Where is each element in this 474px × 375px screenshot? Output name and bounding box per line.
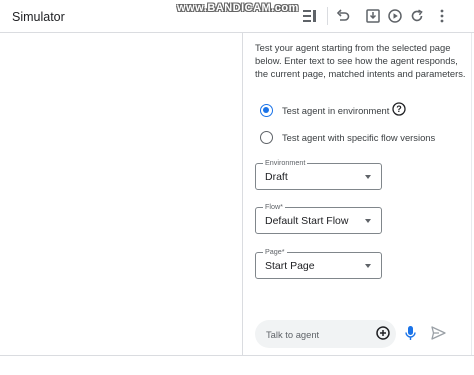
radio-unchecked-icon[interactable] <box>260 131 273 144</box>
panel-right-edge <box>471 33 472 355</box>
environment-value: Draft <box>265 171 288 183</box>
play-icon[interactable] <box>387 8 403 24</box>
toolbar-divider <box>327 7 328 25</box>
environment-label: Environment <box>263 158 308 168</box>
add-circle-icon[interactable] <box>376 326 390 340</box>
simulator-description: Test your agent starting from the select… <box>255 42 466 79</box>
list-layout-icon[interactable] <box>302 8 318 24</box>
undo-icon[interactable] <box>335 8 351 24</box>
flow-label: Flow* <box>263 202 285 212</box>
mic-icon[interactable] <box>404 325 417 341</box>
send-icon[interactable] <box>431 326 446 340</box>
talk-to-agent-input[interactable]: Talk to agent <box>255 320 396 348</box>
panel-divider <box>242 33 243 355</box>
page-value: Start Page <box>265 260 315 272</box>
radio-test-in-environment[interactable]: Test agent in environment <box>260 104 389 117</box>
more-vert-icon[interactable] <box>434 8 450 24</box>
flow-value: Default Start Flow <box>265 215 349 227</box>
environment-select[interactable]: Environment Draft <box>255 158 382 190</box>
dropdown-arrow-icon <box>365 219 371 223</box>
dropdown-arrow-icon <box>365 175 371 179</box>
page-title: Simulator <box>12 10 65 24</box>
flow-select[interactable]: Flow* Default Start Flow <box>255 202 382 234</box>
refresh-icon[interactable] <box>409 8 425 24</box>
chat-placeholder: Talk to agent <box>266 329 320 340</box>
radio-checked-icon[interactable] <box>260 104 273 117</box>
bandicam-watermark: www.BANDICAM.com <box>177 2 299 14</box>
dropdown-arrow-icon <box>365 264 371 268</box>
page-label: Page* <box>263 247 287 257</box>
radio-label: Test agent with specific flow versions <box>282 132 436 143</box>
radio-label: Test agent in environment <box>282 105 390 116</box>
simulator-header: Simulator www.BANDICAM.com <box>0 0 474 33</box>
download-icon[interactable] <box>365 8 381 24</box>
radio-test-flow-versions[interactable]: Test agent with specific flow versions <box>260 131 435 144</box>
page-select[interactable]: Page* Start Page <box>255 247 382 279</box>
bottom-divider <box>0 355 474 356</box>
help-icon[interactable]: ? <box>392 102 406 116</box>
svg-text:?: ? <box>396 104 402 114</box>
